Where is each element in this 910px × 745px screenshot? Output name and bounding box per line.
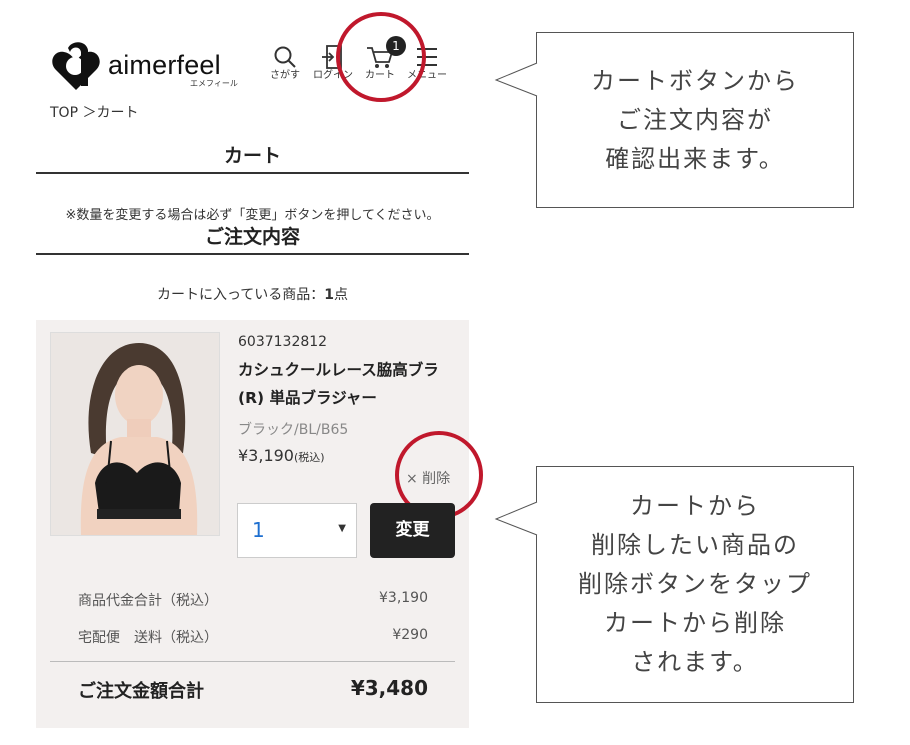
nav-search[interactable]: さがす <box>260 44 310 82</box>
product-variant: ブラック/BL/B65 <box>238 422 349 438</box>
callout-cart-tail-icon <box>494 62 538 97</box>
callout-cart-line: 確認出来ます。 <box>605 145 785 173</box>
cart-count-value: 1 <box>324 287 335 303</box>
product-price-tax: (税込) <box>293 451 325 464</box>
total-divider <box>50 661 455 662</box>
product-price: ¥3,190(税込) <box>238 446 325 465</box>
total-label: ご注文金額合計 <box>78 681 204 702</box>
subtotal-label: 商品代金合計（税込） <box>78 593 218 609</box>
cart-highlight-circle <box>336 12 426 102</box>
callout-cart-info: カートボタンから ご注文内容が 確認出来ます。 <box>536 32 854 208</box>
cart-count-label: カートに入っている商品： <box>156 287 325 303</box>
quantity-value: 1 <box>252 518 265 542</box>
product-sku: 6037132812 <box>238 334 328 350</box>
nav-search-label: さがす <box>270 70 300 81</box>
quantity-select[interactable]: 1 ▼ <box>237 503 357 558</box>
cart-count-unit: 点 <box>334 287 349 303</box>
callout-delete-line: されます。 <box>631 648 759 676</box>
breadcrumb[interactable]: TOP ＞カート <box>50 102 138 122</box>
brand-logo-subtext: エメフィール <box>190 79 238 88</box>
product-image[interactable] <box>50 332 220 536</box>
callout-delete-tail-icon <box>494 501 538 536</box>
brand-logo-icon[interactable] <box>50 40 102 92</box>
order-title: ご注文内容 <box>204 226 300 248</box>
callout-delete-line: カートから削除 <box>604 609 786 637</box>
chevron-down-icon: ▼ <box>338 523 346 534</box>
callout-cart-line: ご注文内容が <box>617 106 773 134</box>
quantity-notice: ※数量を変更する場合は必ず「変更」ボタンを押してください。 <box>65 208 440 223</box>
change-quantity-button[interactable]: 変更 <box>370 503 455 558</box>
product-name[interactable]: カシュクールレース脇高ブラ(R) 単品ブラジャー <box>238 356 463 412</box>
subtotal-value: ¥3,190 <box>379 590 428 606</box>
total-value: ¥3,480 <box>350 676 428 700</box>
callout-delete-line: カートから <box>630 492 760 520</box>
callout-delete-info: カートから 削除したい商品の 削除ボタンをタップ カートから削除 されます。 <box>536 466 854 703</box>
shipping-value: ¥290 <box>392 627 428 643</box>
order-divider <box>36 253 469 255</box>
callout-delete-line: 削除したい商品の <box>591 531 799 559</box>
callout-cart-line: カートボタンから <box>591 67 799 95</box>
callout-delete-line: 削除ボタンをタップ <box>578 570 812 598</box>
product-price-value: ¥3,190 <box>238 446 294 465</box>
shipping-label: 宅配便 送料（税込） <box>78 630 218 646</box>
cart-item-count: カートに入っている商品：1点 <box>36 284 469 304</box>
title-divider <box>36 172 469 174</box>
search-icon <box>274 46 296 68</box>
brand-logo-text[interactable]: aimerfeel <box>108 50 221 81</box>
page-title: カート <box>223 145 281 167</box>
